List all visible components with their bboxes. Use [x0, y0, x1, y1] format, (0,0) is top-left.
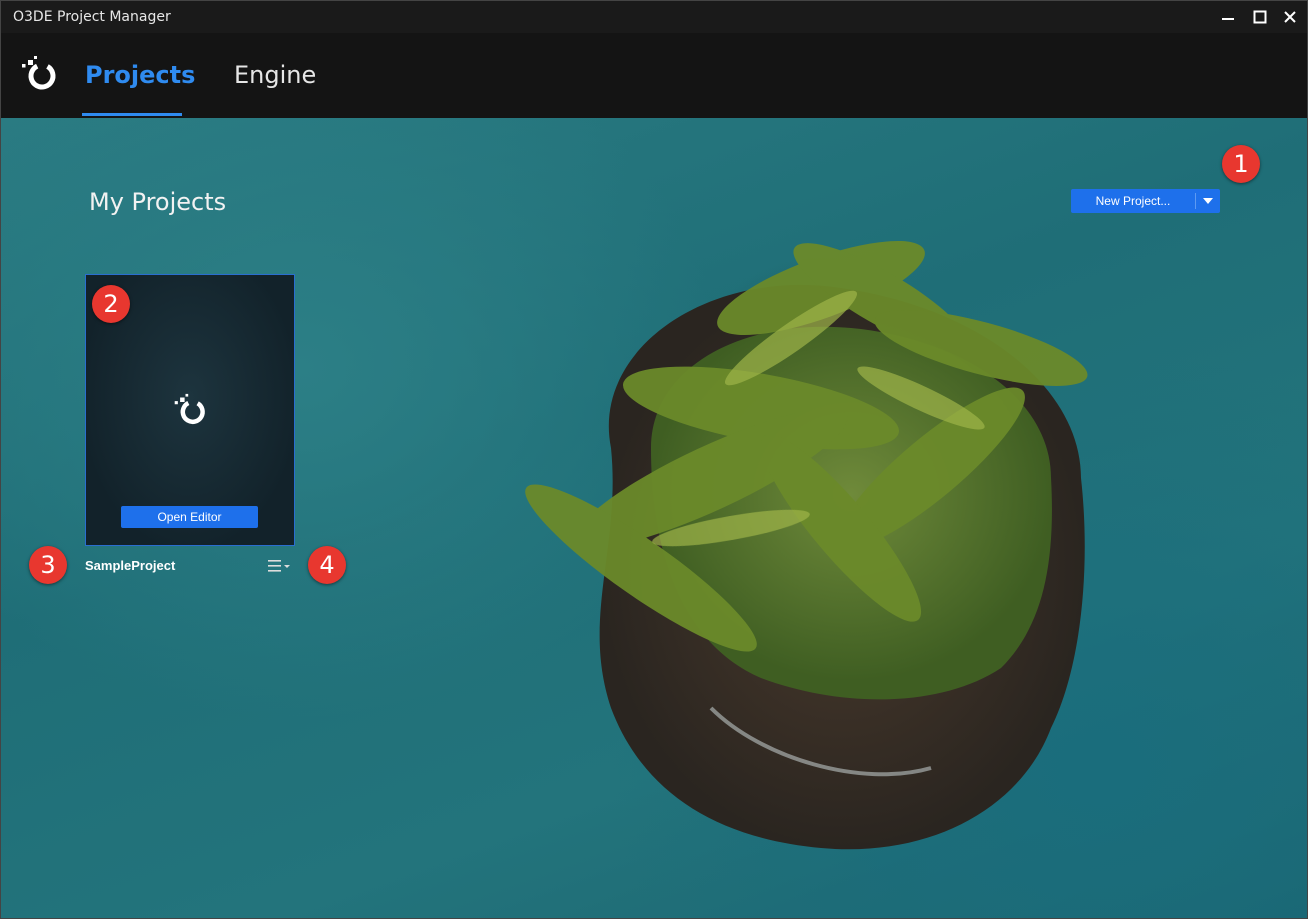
app-header: Projects Engine	[1, 33, 1307, 118]
callout-badge: 1	[1222, 145, 1260, 183]
minimize-button[interactable]	[1213, 5, 1243, 29]
minimize-icon	[1222, 18, 1234, 20]
app-window: O3DE Project Manager Projects Engine My …	[0, 0, 1308, 919]
chevron-down-icon	[1203, 198, 1213, 204]
maximize-button[interactable]	[1245, 5, 1275, 29]
o3de-logo-icon	[22, 56, 56, 90]
hamburger-menu-icon	[268, 560, 290, 572]
tab-projects[interactable]: Projects	[85, 61, 195, 89]
close-icon	[1284, 11, 1296, 23]
o3de-logo-icon	[174, 393, 205, 425]
project-menu-button[interactable]	[265, 556, 295, 576]
new-project-dropdown[interactable]	[1196, 189, 1220, 213]
open-editor-button[interactable]: Open Editor	[121, 506, 258, 528]
window-title: O3DE Project Manager	[13, 9, 171, 25]
page-title: My Projects	[89, 188, 227, 216]
new-project-button[interactable]: New Project...	[1071, 189, 1220, 213]
active-tab-indicator	[82, 113, 182, 116]
project-name: SampleProject	[85, 558, 176, 573]
close-button[interactable]	[1275, 5, 1305, 29]
maximize-icon	[1253, 10, 1267, 24]
tab-engine[interactable]: Engine	[234, 61, 316, 89]
new-project-label: New Project...	[1095, 194, 1171, 208]
callout-badge: 3	[29, 546, 67, 584]
callout-badge: 2	[92, 285, 130, 323]
title-bar: O3DE Project Manager	[1, 1, 1307, 33]
callout-badge: 4	[308, 546, 346, 584]
projects-page: My Projects New Project... Open Editor S…	[1, 118, 1307, 918]
island-background-image	[525, 240, 1088, 850]
